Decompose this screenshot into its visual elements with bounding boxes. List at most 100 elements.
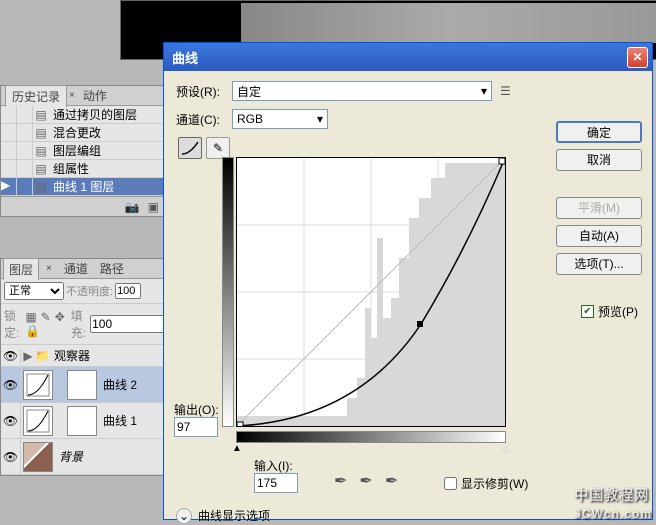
lock-move-icon[interactable]: ✥	[55, 310, 65, 324]
black-eyedropper[interactable]: ✒	[334, 471, 347, 491]
close-button[interactable]: ✕	[627, 47, 648, 68]
channel-select[interactable]: RGB ▾	[232, 109, 328, 129]
history-panel: 历史记录 × 动作 ▤通过拷贝的图层 ▤混合更改 ▤图层编组 ▤组属性 ▶▤曲线…	[0, 85, 166, 217]
output-input[interactable]	[174, 417, 218, 437]
titlebar[interactable]: 曲线 ✕	[164, 43, 652, 71]
layer-name[interactable]: 背景	[55, 448, 83, 465]
close-icon[interactable]: ×	[41, 261, 57, 276]
visibility-icon[interactable]: 👁	[1, 349, 21, 363]
lock-trans-icon[interactable]: ▦	[25, 310, 36, 324]
display-options-label: 曲线显示选项	[198, 507, 270, 524]
history-item[interactable]: ▤图层编组	[1, 142, 165, 160]
history-item[interactable]: ▤混合更改	[1, 124, 165, 142]
mask-thumb[interactable]	[67, 406, 97, 436]
opacity-input[interactable]	[115, 283, 141, 299]
tab-history[interactable]: 历史记录	[5, 85, 67, 107]
new-snapshot-icon[interactable]: ▣	[148, 200, 159, 214]
curve-point-tool[interactable]	[178, 137, 202, 159]
tab-paths[interactable]: 路径	[95, 258, 129, 279]
history-item[interactable]: ▶▤曲线 1 图层	[1, 178, 165, 196]
dialog-buttons: 确定 取消 平滑(M) 自动(A) 选项(T)...	[556, 121, 642, 275]
camera-icon[interactable]: 📷	[125, 200, 140, 214]
lock-row: 锁定: ▦ ✎ ✥ 🔒 填充:	[1, 304, 167, 345]
visibility-icon[interactable]: 👁	[1, 439, 21, 474]
preset-select[interactable]: 自定 ▾	[232, 81, 492, 101]
layers-tabs: 图层× 通道 路径	[1, 259, 167, 279]
layer-icon: ▤	[33, 144, 49, 158]
preset-menu-icon[interactable]: ☰	[500, 84, 511, 98]
white-slider[interactable]: △	[502, 443, 510, 454]
chevron-icon: ⌄	[176, 508, 192, 524]
layer-row[interactable]: 👁 曲线 1	[1, 403, 167, 439]
options-button[interactable]: 选项(T)...	[556, 253, 642, 275]
show-clip-checkbox[interactable]	[444, 477, 457, 490]
lock-all-icon[interactable]: 🔒	[25, 324, 40, 338]
display-options-toggle[interactable]: ⌄ 曲线显示选项	[176, 507, 270, 524]
history-item[interactable]: ▤通过拷贝的图层	[1, 106, 165, 124]
layer-thumb	[23, 442, 53, 472]
folder-icon: 📁	[35, 349, 50, 363]
opacity-label: 不透明度:	[66, 283, 113, 299]
layer-name[interactable]: 曲线 2	[99, 376, 137, 393]
visibility-icon[interactable]: 👁	[1, 367, 21, 402]
eyedroppers: ✒ ✒ ✒	[334, 471, 398, 491]
layers-panel: 图层× 通道 路径 正常 不透明度: 锁定: ▦ ✎ ✥ 🔒 填充: 👁 ▶ 📁 观察…	[0, 258, 168, 476]
preview-checkbox[interactable]: ✔ 预览(P)	[581, 303, 638, 320]
lock-label: 锁定:	[4, 307, 19, 341]
blend-mode-select[interactable]: 正常	[4, 282, 64, 300]
adjustment-thumb	[23, 406, 53, 436]
blend-row: 正常 不透明度:	[1, 279, 167, 304]
dialog-title: 曲线	[168, 48, 627, 67]
layer-row[interactable]: 👁 曲线 2	[1, 367, 167, 403]
dropdown-icon: ▾	[481, 84, 487, 98]
adjustment-thumb	[23, 370, 53, 400]
input-gradient	[236, 431, 506, 443]
layer-group[interactable]: 👁 ▶ 📁 观察器	[1, 345, 167, 367]
cancel-button[interactable]: 取消	[556, 149, 642, 171]
input-input[interactable]	[254, 473, 298, 493]
dropdown-icon: ▾	[317, 112, 323, 126]
layer-icon: ▤	[33, 180, 49, 194]
black-slider[interactable]: ▲	[232, 443, 242, 454]
fill-label: 填充:	[71, 307, 86, 341]
tab-layers[interactable]: 图层	[3, 258, 39, 280]
channel-value: RGB	[237, 112, 263, 126]
history-list: ▤通过拷贝的图层 ▤混合更改 ▤图层编组 ▤组属性 ▶▤曲线 1 图层	[1, 106, 165, 196]
ok-button[interactable]: 确定	[556, 121, 642, 143]
mask-thumb[interactable]	[67, 370, 97, 400]
smooth-button: 平滑(M)	[556, 197, 642, 219]
show-clipping[interactable]: 显示修剪(W)	[444, 475, 528, 492]
lock-paint-icon[interactable]: ✎	[41, 310, 51, 324]
layer-icon: ▤	[33, 108, 49, 122]
gray-eyedropper[interactable]: ✒	[359, 471, 372, 491]
preset-label: 预设(R):	[176, 83, 232, 100]
output-gradient	[222, 157, 234, 427]
layer-icon: ▤	[33, 126, 49, 140]
layer-row[interactable]: 👁 背景	[1, 439, 167, 475]
visibility-icon[interactable]: 👁	[1, 403, 21, 438]
checkbox-icon[interactable]: ✔	[581, 305, 594, 318]
tab-close-icon[interactable]: ×	[67, 90, 77, 101]
group-name: 观察器	[54, 347, 90, 364]
auto-button[interactable]: 自动(A)	[556, 225, 642, 247]
tab-channels[interactable]: 通道	[59, 258, 93, 279]
history-item[interactable]: ▤组属性	[1, 160, 165, 178]
curve-draw-tool[interactable]: ✎	[206, 137, 230, 159]
curves-graph[interactable]	[236, 157, 506, 427]
input-label: 输入(I):	[254, 457, 293, 474]
lock-icons: ▦ ✎ ✥ 🔒	[23, 310, 66, 338]
channel-label: 通道(C):	[176, 111, 232, 128]
preset-value: 自定	[237, 83, 261, 100]
layer-name[interactable]: 曲线 1	[99, 412, 137, 429]
history-tabs: 历史记录 × 动作	[1, 86, 165, 106]
layer-icon: ▤	[33, 162, 49, 176]
preview-label: 预览(P)	[598, 303, 638, 320]
white-eyedropper[interactable]: ✒	[385, 471, 398, 491]
expand-icon[interactable]: ▶	[21, 349, 35, 363]
output-label: 输出(O):	[174, 401, 219, 418]
watermark: 中国教程网 JCWcn.com	[574, 485, 652, 523]
show-clip-label: 显示修剪(W)	[461, 475, 528, 492]
history-footer: 📷 ▣	[1, 196, 165, 216]
tab-actions[interactable]: 动作	[77, 85, 113, 106]
curves-dialog: 曲线 ✕ 预设(R): 自定 ▾ ☰ 通道(C): RGB ▾ ✎	[163, 42, 653, 520]
